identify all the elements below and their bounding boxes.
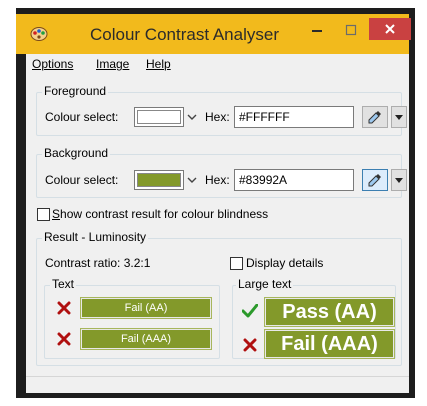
minimize-icon — [312, 30, 322, 32]
contrast-ratio-text: Contrast ratio: 3.2:1 — [45, 256, 151, 270]
minimize-button[interactable] — [302, 18, 332, 42]
colour-blindness-checkbox[interactable] — [37, 208, 50, 221]
foreground-colour-swatch[interactable] — [134, 107, 184, 127]
background-colour-dropdown[interactable] — [184, 170, 200, 190]
foreground-swatch-fill — [137, 110, 181, 124]
foreground-eyedropper-button[interactable] — [362, 106, 388, 128]
app-palette-icon[interactable] — [30, 24, 48, 42]
menu-bar: Options Image Help — [26, 54, 409, 74]
chevron-down-icon — [187, 114, 197, 120]
status-strip — [26, 376, 409, 393]
large-text-aaa-result: Fail (AAA) — [264, 329, 395, 359]
background-hex-input[interactable] — [234, 169, 354, 191]
foreground-hex-input[interactable] — [234, 106, 354, 128]
background-options-button[interactable] — [391, 169, 407, 191]
screenshot-page: Colour Contrast Analyser Options Image H… — [0, 0, 427, 406]
text-aa-result: Fail (AA) — [80, 297, 212, 319]
fail-cross-icon — [56, 331, 72, 347]
chevron-down-icon — [187, 177, 197, 183]
result-group-label: Result - Luminosity — [42, 230, 149, 244]
background-group-label: Background — [42, 146, 111, 160]
triangle-down-icon — [395, 177, 403, 183]
foreground-options-button[interactable] — [391, 106, 407, 128]
display-details-checkbox[interactable] — [230, 257, 243, 270]
colour-blindness-checkbox-label[interactable]: Show contrast result for colour blindnes… — [52, 207, 268, 221]
close-button[interactable] — [369, 18, 411, 40]
pass-check-icon — [242, 303, 258, 319]
menu-options[interactable]: Options — [32, 57, 73, 71]
close-icon — [385, 24, 395, 34]
foreground-colour-dropdown[interactable] — [184, 107, 200, 127]
maximize-icon — [345, 24, 357, 36]
triangle-down-icon — [395, 114, 403, 120]
large-text-results-group-label: Large text — [236, 277, 294, 291]
eyedropper-icon — [368, 174, 381, 187]
text-aaa-result: Fail (AAA) — [80, 328, 212, 350]
display-details-label[interactable]: Display details — [246, 256, 323, 270]
menu-image[interactable]: Image — [96, 57, 129, 71]
background-swatch-fill — [137, 173, 181, 187]
colour-blindness-label-text: how contrast result for colour blindness — [60, 207, 269, 221]
foreground-hex-label: Hex: — [205, 110, 230, 124]
eyedropper-icon — [368, 111, 381, 124]
large-text-aa-result: Pass (AA) — [264, 297, 395, 327]
fail-cross-icon — [242, 337, 258, 353]
menu-help[interactable]: Help — [146, 57, 171, 71]
window-title: Colour Contrast Analyser — [90, 25, 279, 44]
background-hex-label: Hex: — [205, 173, 230, 187]
background-colour-select-label: Colour select: — [45, 173, 119, 187]
text-results-group-label: Text — [50, 277, 77, 291]
foreground-group-label: Foreground — [42, 84, 109, 98]
maximize-button[interactable] — [336, 18, 366, 42]
background-eyedropper-button[interactable] — [362, 169, 388, 191]
background-colour-swatch[interactable] — [134, 170, 184, 190]
foreground-colour-select-label: Colour select: — [45, 110, 119, 124]
fail-cross-icon — [56, 300, 72, 316]
